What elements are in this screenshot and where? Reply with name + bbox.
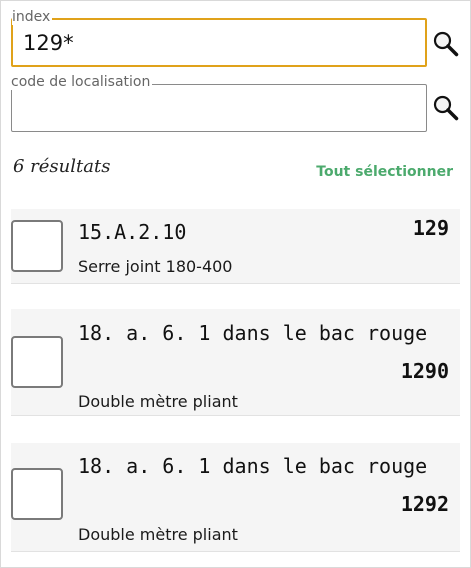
location-code-input[interactable] [22, 85, 420, 131]
search-icon [433, 31, 459, 57]
result-row[interactable]: 18. a. 6. 1 dans le bac rouge 1292 Doubl… [11, 443, 460, 552]
item-description: Serre joint 180-400 [78, 257, 233, 276]
row-checkbox[interactable] [11, 220, 63, 272]
item-index: 129 [412, 216, 449, 240]
result-row[interactable]: 15.A.2.10 129 Serre joint 180-400 [11, 209, 460, 284]
item-description: Double mètre pliant [78, 525, 238, 544]
result-row[interactable]: 18. a. 6. 1 dans le bac rouge 1290 Doubl… [11, 309, 460, 416]
results-count: 6 résultats [13, 156, 111, 177]
index-search-button[interactable] [432, 30, 460, 58]
item-index: 1290 [400, 359, 449, 383]
row-checkbox[interactable] [11, 468, 63, 520]
index-input[interactable] [23, 20, 419, 65]
index-field[interactable]: index [11, 9, 427, 67]
location-search-button[interactable] [432, 94, 460, 122]
item-index: 1292 [400, 492, 449, 516]
row-checkbox[interactable] [11, 336, 63, 388]
location-code: 18. a. 6. 1 dans le bac rouge [78, 454, 428, 478]
select-all-link[interactable]: Tout sélectionner [316, 164, 453, 180]
item-description: Double mètre pliant [78, 392, 238, 411]
location-code: 15.A.2.10 [78, 220, 187, 244]
search-icon [433, 95, 459, 121]
location-code: 18. a. 6. 1 dans le bac rouge [78, 321, 428, 345]
location-code-field[interactable]: code de localisation [11, 74, 427, 132]
